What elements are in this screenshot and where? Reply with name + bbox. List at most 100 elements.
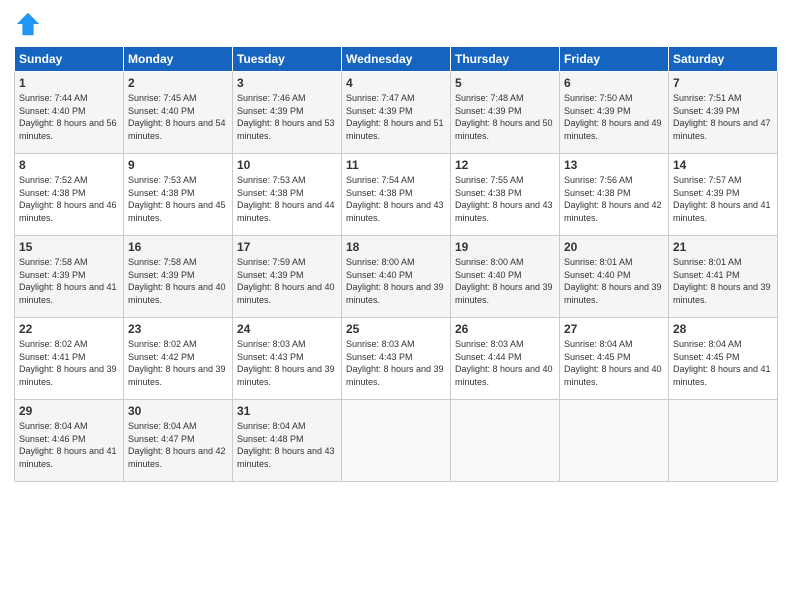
calendar-cell: 11 Sunrise: 7:54 AMSunset: 4:38 PMDayligh… — [342, 154, 451, 236]
day-number: 20 — [564, 240, 664, 254]
day-info: Sunrise: 8:04 AMSunset: 4:45 PMDaylight:… — [673, 338, 773, 388]
calendar-cell: 8 Sunrise: 7:52 AMSunset: 4:38 PMDaylight… — [15, 154, 124, 236]
day-info: Sunrise: 7:52 AMSunset: 4:38 PMDaylight:… — [19, 174, 119, 224]
day-info: Sunrise: 7:45 AMSunset: 4:40 PMDaylight:… — [128, 92, 228, 142]
calendar-cell: 25Sunrise: 8:03 AMSunset: 4:43 PMDayligh… — [342, 318, 451, 400]
day-info: Sunrise: 7:58 AMSunset: 4:39 PMDaylight:… — [128, 256, 228, 306]
calendar-week-row: 15 Sunrise: 7:58 AMSunset: 4:39 PMDayligh… — [15, 236, 778, 318]
day-number: 9 — [128, 158, 228, 172]
day-info: Sunrise: 8:04 AMSunset: 4:48 PMDaylight:… — [237, 420, 337, 470]
calendar-week-row: 29Sunrise: 8:04 AMSunset: 4:46 PMDayligh… — [15, 400, 778, 482]
day-info: Sunrise: 7:57 AMSunset: 4:39 PMDaylight:… — [673, 174, 773, 224]
day-number: 23 — [128, 322, 228, 336]
day-info: Sunrise: 7:56 AMSunset: 4:38 PMDaylight:… — [564, 174, 664, 224]
day-number: 5 — [455, 76, 555, 90]
calendar-cell: 29Sunrise: 8:04 AMSunset: 4:46 PMDayligh… — [15, 400, 124, 482]
logo-icon — [14, 10, 42, 38]
calendar-cell: 10 Sunrise: 7:53 AMSunset: 4:38 PMDayligh… — [233, 154, 342, 236]
calendar-cell: 31Sunrise: 8:04 AMSunset: 4:48 PMDayligh… — [233, 400, 342, 482]
day-info: Sunrise: 8:02 AMSunset: 4:42 PMDaylight:… — [128, 338, 228, 388]
day-info: Sunrise: 8:04 AMSunset: 4:45 PMDaylight:… — [564, 338, 664, 388]
day-info: Sunrise: 7:46 AMSunset: 4:39 PMDaylight:… — [237, 92, 337, 142]
calendar-cell: 18 Sunrise: 8:00 AMSunset: 4:40 PMDayligh… — [342, 236, 451, 318]
day-info: Sunrise: 8:00 AMSunset: 4:40 PMDaylight:… — [346, 256, 446, 306]
day-info: Sunrise: 8:03 AMSunset: 4:43 PMDaylight:… — [237, 338, 337, 388]
main-container: SundayMondayTuesdayWednesdayThursdayFrid… — [0, 0, 792, 492]
day-number: 16 — [128, 240, 228, 254]
day-header-wednesday: Wednesday — [342, 47, 451, 72]
calendar-cell: 3 Sunrise: 7:46 AMSunset: 4:39 PMDaylight… — [233, 72, 342, 154]
day-number: 3 — [237, 76, 337, 90]
day-info: Sunrise: 7:54 AMSunset: 4:38 PMDaylight:… — [346, 174, 446, 224]
calendar-cell: 16 Sunrise: 7:58 AMSunset: 4:39 PMDayligh… — [124, 236, 233, 318]
day-number: 13 — [564, 158, 664, 172]
day-info: Sunrise: 8:04 AMSunset: 4:47 PMDaylight:… — [128, 420, 228, 470]
day-info: Sunrise: 7:47 AMSunset: 4:39 PMDaylight:… — [346, 92, 446, 142]
calendar-cell — [451, 400, 560, 482]
day-number: 28 — [673, 322, 773, 336]
calendar-cell: 21 Sunrise: 8:01 AMSunset: 4:41 PMDayligh… — [669, 236, 778, 318]
day-info: Sunrise: 8:00 AMSunset: 4:40 PMDaylight:… — [455, 256, 555, 306]
day-info: Sunrise: 7:48 AMSunset: 4:39 PMDaylight:… — [455, 92, 555, 142]
calendar-cell: 14Sunrise: 7:57 AMSunset: 4:39 PMDayligh… — [669, 154, 778, 236]
calendar-cell: 20 Sunrise: 8:01 AMSunset: 4:40 PMDayligh… — [560, 236, 669, 318]
day-number: 2 — [128, 76, 228, 90]
header — [14, 10, 778, 38]
day-info: Sunrise: 7:51 AMSunset: 4:39 PMDaylight:… — [673, 92, 773, 142]
calendar-cell: 1 Sunrise: 7:44 AMSunset: 4:40 PMDaylight… — [15, 72, 124, 154]
day-number: 25 — [346, 322, 446, 336]
day-info: Sunrise: 7:44 AMSunset: 4:40 PMDaylight:… — [19, 92, 119, 142]
calendar-cell: 5 Sunrise: 7:48 AMSunset: 4:39 PMDaylight… — [451, 72, 560, 154]
logo — [14, 10, 46, 38]
day-header-sunday: Sunday — [15, 47, 124, 72]
day-info: Sunrise: 8:02 AMSunset: 4:41 PMDaylight:… — [19, 338, 119, 388]
day-number: 12 — [455, 158, 555, 172]
day-info: Sunrise: 7:59 AMSunset: 4:39 PMDaylight:… — [237, 256, 337, 306]
calendar-cell: 2 Sunrise: 7:45 AMSunset: 4:40 PMDaylight… — [124, 72, 233, 154]
calendar-cell: 30Sunrise: 8:04 AMSunset: 4:47 PMDayligh… — [124, 400, 233, 482]
day-number: 19 — [455, 240, 555, 254]
calendar-cell: 4 Sunrise: 7:47 AMSunset: 4:39 PMDaylight… — [342, 72, 451, 154]
calendar-cell: 24Sunrise: 8:03 AMSunset: 4:43 PMDayligh… — [233, 318, 342, 400]
calendar-cell: 13 Sunrise: 7:56 AMSunset: 4:38 PMDayligh… — [560, 154, 669, 236]
calendar-table: SundayMondayTuesdayWednesdayThursdayFrid… — [14, 46, 778, 482]
calendar-cell: 7 Sunrise: 7:51 AMSunset: 4:39 PMDaylight… — [669, 72, 778, 154]
calendar-cell: 15 Sunrise: 7:58 AMSunset: 4:39 PMDayligh… — [15, 236, 124, 318]
calendar-cell — [342, 400, 451, 482]
day-number: 10 — [237, 158, 337, 172]
day-number: 22 — [19, 322, 119, 336]
day-number: 29 — [19, 404, 119, 418]
day-number: 15 — [19, 240, 119, 254]
calendar-week-row: 22 Sunrise: 8:02 AMSunset: 4:41 PMDayligh… — [15, 318, 778, 400]
day-number: 18 — [346, 240, 446, 254]
day-info: Sunrise: 7:55 AMSunset: 4:38 PMDaylight:… — [455, 174, 555, 224]
day-number: 26 — [455, 322, 555, 336]
calendar-cell: 9Sunrise: 7:53 AMSunset: 4:38 PMDaylight… — [124, 154, 233, 236]
day-number: 7 — [673, 76, 773, 90]
day-info: Sunrise: 7:53 AMSunset: 4:38 PMDaylight:… — [237, 174, 337, 224]
day-number: 27 — [564, 322, 664, 336]
day-number: 17 — [237, 240, 337, 254]
day-info: Sunrise: 8:01 AMSunset: 4:40 PMDaylight:… — [564, 256, 664, 306]
day-header-tuesday: Tuesday — [233, 47, 342, 72]
day-info: Sunrise: 8:03 AMSunset: 4:44 PMDaylight:… — [455, 338, 555, 388]
day-info: Sunrise: 7:50 AMSunset: 4:39 PMDaylight:… — [564, 92, 664, 142]
day-number: 1 — [19, 76, 119, 90]
day-number: 8 — [19, 158, 119, 172]
day-info: Sunrise: 8:01 AMSunset: 4:41 PMDaylight:… — [673, 256, 773, 306]
day-number: 4 — [346, 76, 446, 90]
calendar-cell — [669, 400, 778, 482]
calendar-cell: 22 Sunrise: 8:02 AMSunset: 4:41 PMDayligh… — [15, 318, 124, 400]
calendar-header-row: SundayMondayTuesdayWednesdayThursdayFrid… — [15, 47, 778, 72]
day-header-saturday: Saturday — [669, 47, 778, 72]
calendar-week-row: 1 Sunrise: 7:44 AMSunset: 4:40 PMDaylight… — [15, 72, 778, 154]
calendar-cell: 23 Sunrise: 8:02 AMSunset: 4:42 PMDayligh… — [124, 318, 233, 400]
day-number: 21 — [673, 240, 773, 254]
calendar-cell: 26 Sunrise: 8:03 AMSunset: 4:44 PMDayligh… — [451, 318, 560, 400]
day-number: 11 — [346, 158, 446, 172]
day-number: 6 — [564, 76, 664, 90]
calendar-cell: 28 Sunrise: 8:04 AMSunset: 4:45 PMDayligh… — [669, 318, 778, 400]
calendar-cell: 27 Sunrise: 8:04 AMSunset: 4:45 PMDayligh… — [560, 318, 669, 400]
day-info: Sunrise: 7:58 AMSunset: 4:39 PMDaylight:… — [19, 256, 119, 306]
day-header-monday: Monday — [124, 47, 233, 72]
